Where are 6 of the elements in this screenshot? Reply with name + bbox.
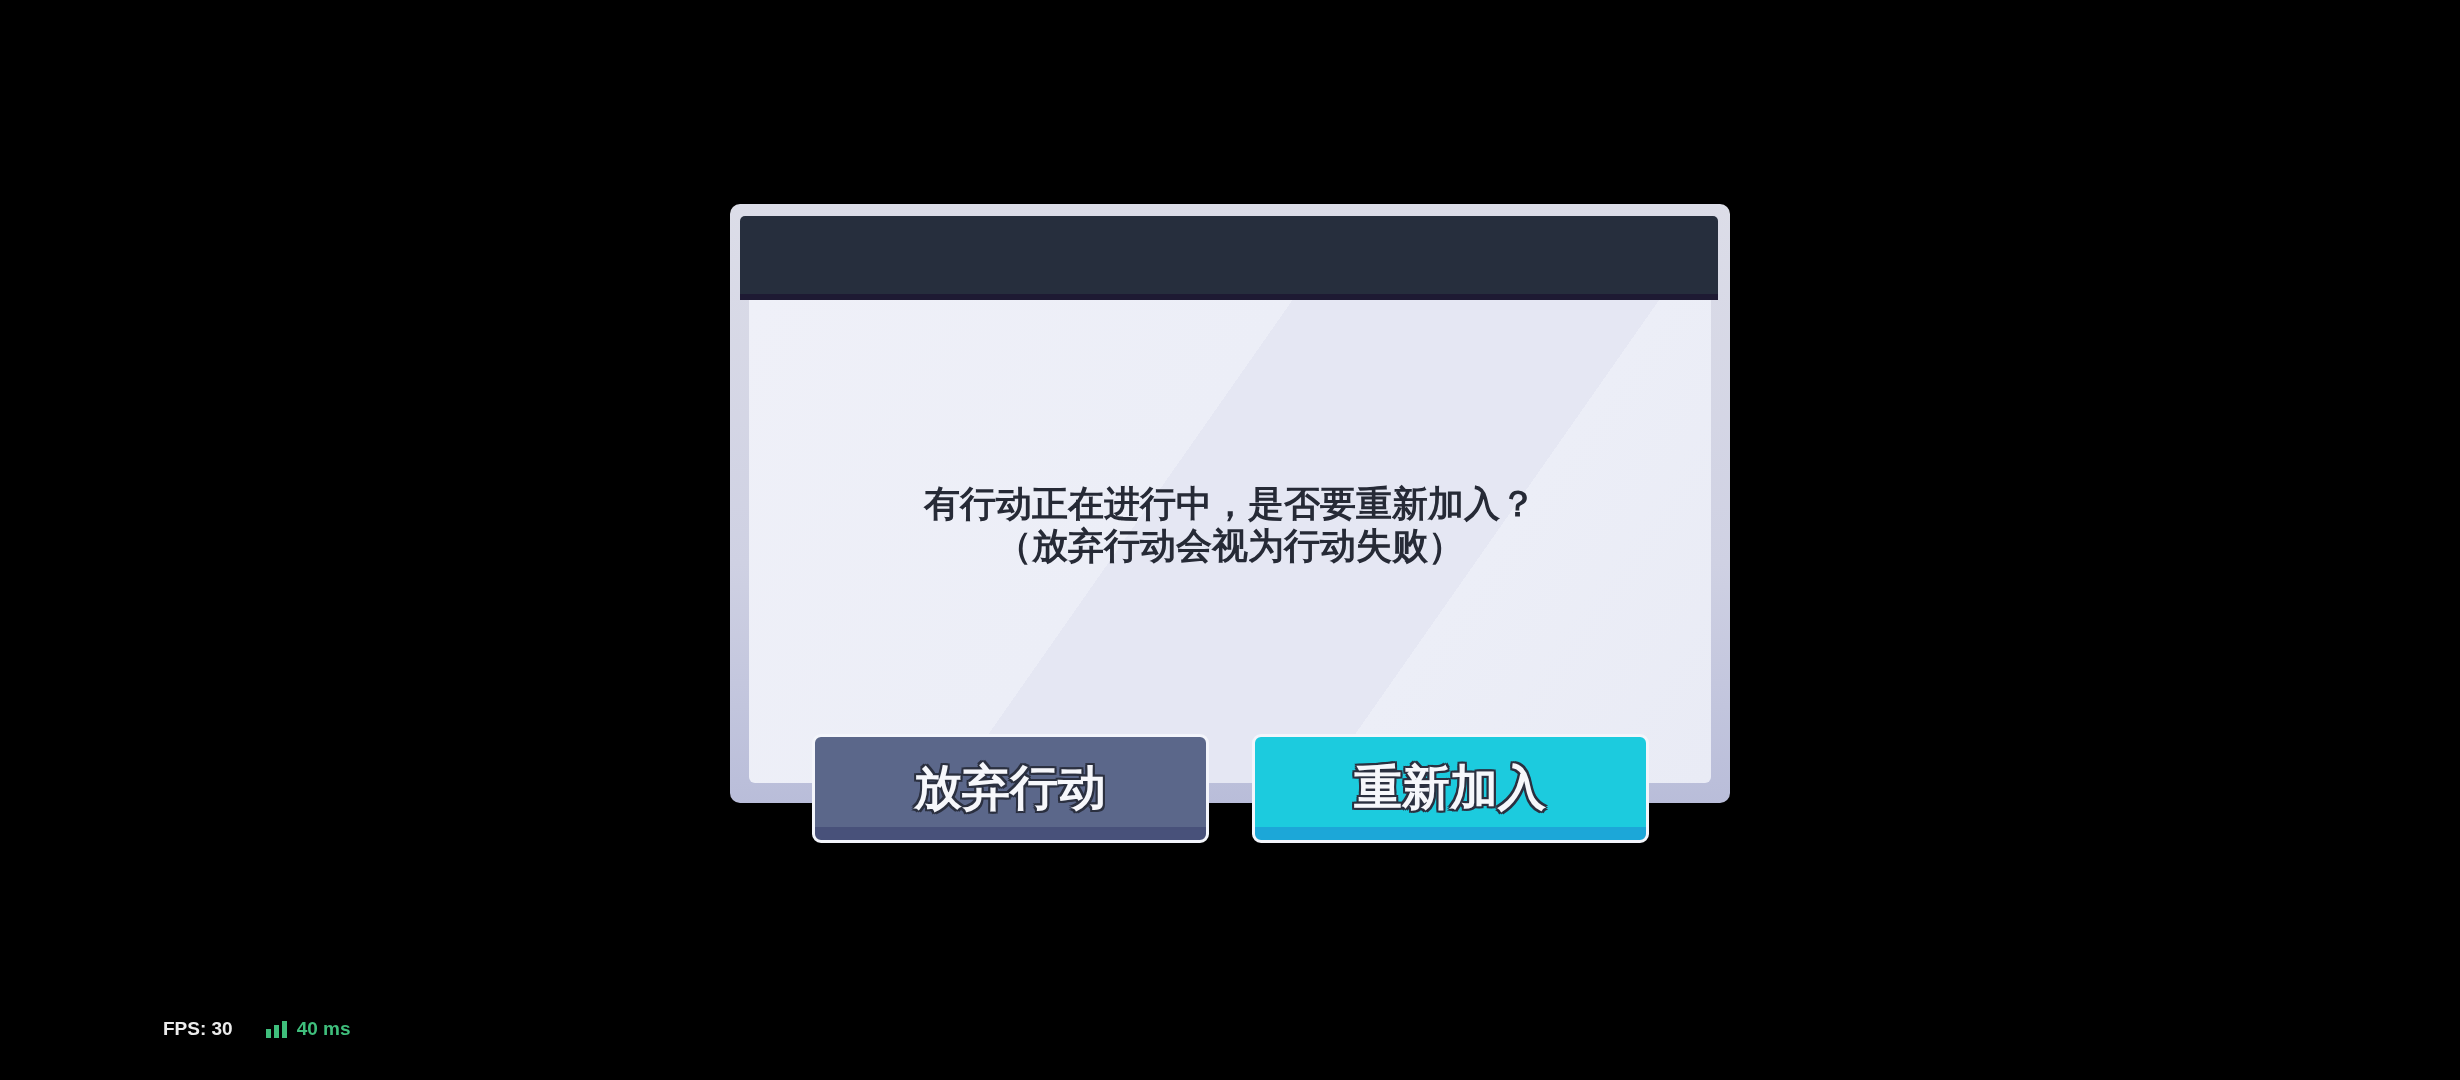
- dialog-message-line: 有行动正在进行中，是否要重新加入？: [924, 482, 1536, 525]
- signal-icon: [265, 1020, 288, 1038]
- fps-counter: FPS: 30: [163, 1018, 233, 1040]
- abandon-button[interactable]: 放弃行动: [811, 734, 1209, 843]
- ping-text: 40 ms: [296, 1018, 351, 1040]
- dialog-message-line: （放弃行动会视为行动失败）: [996, 524, 1464, 567]
